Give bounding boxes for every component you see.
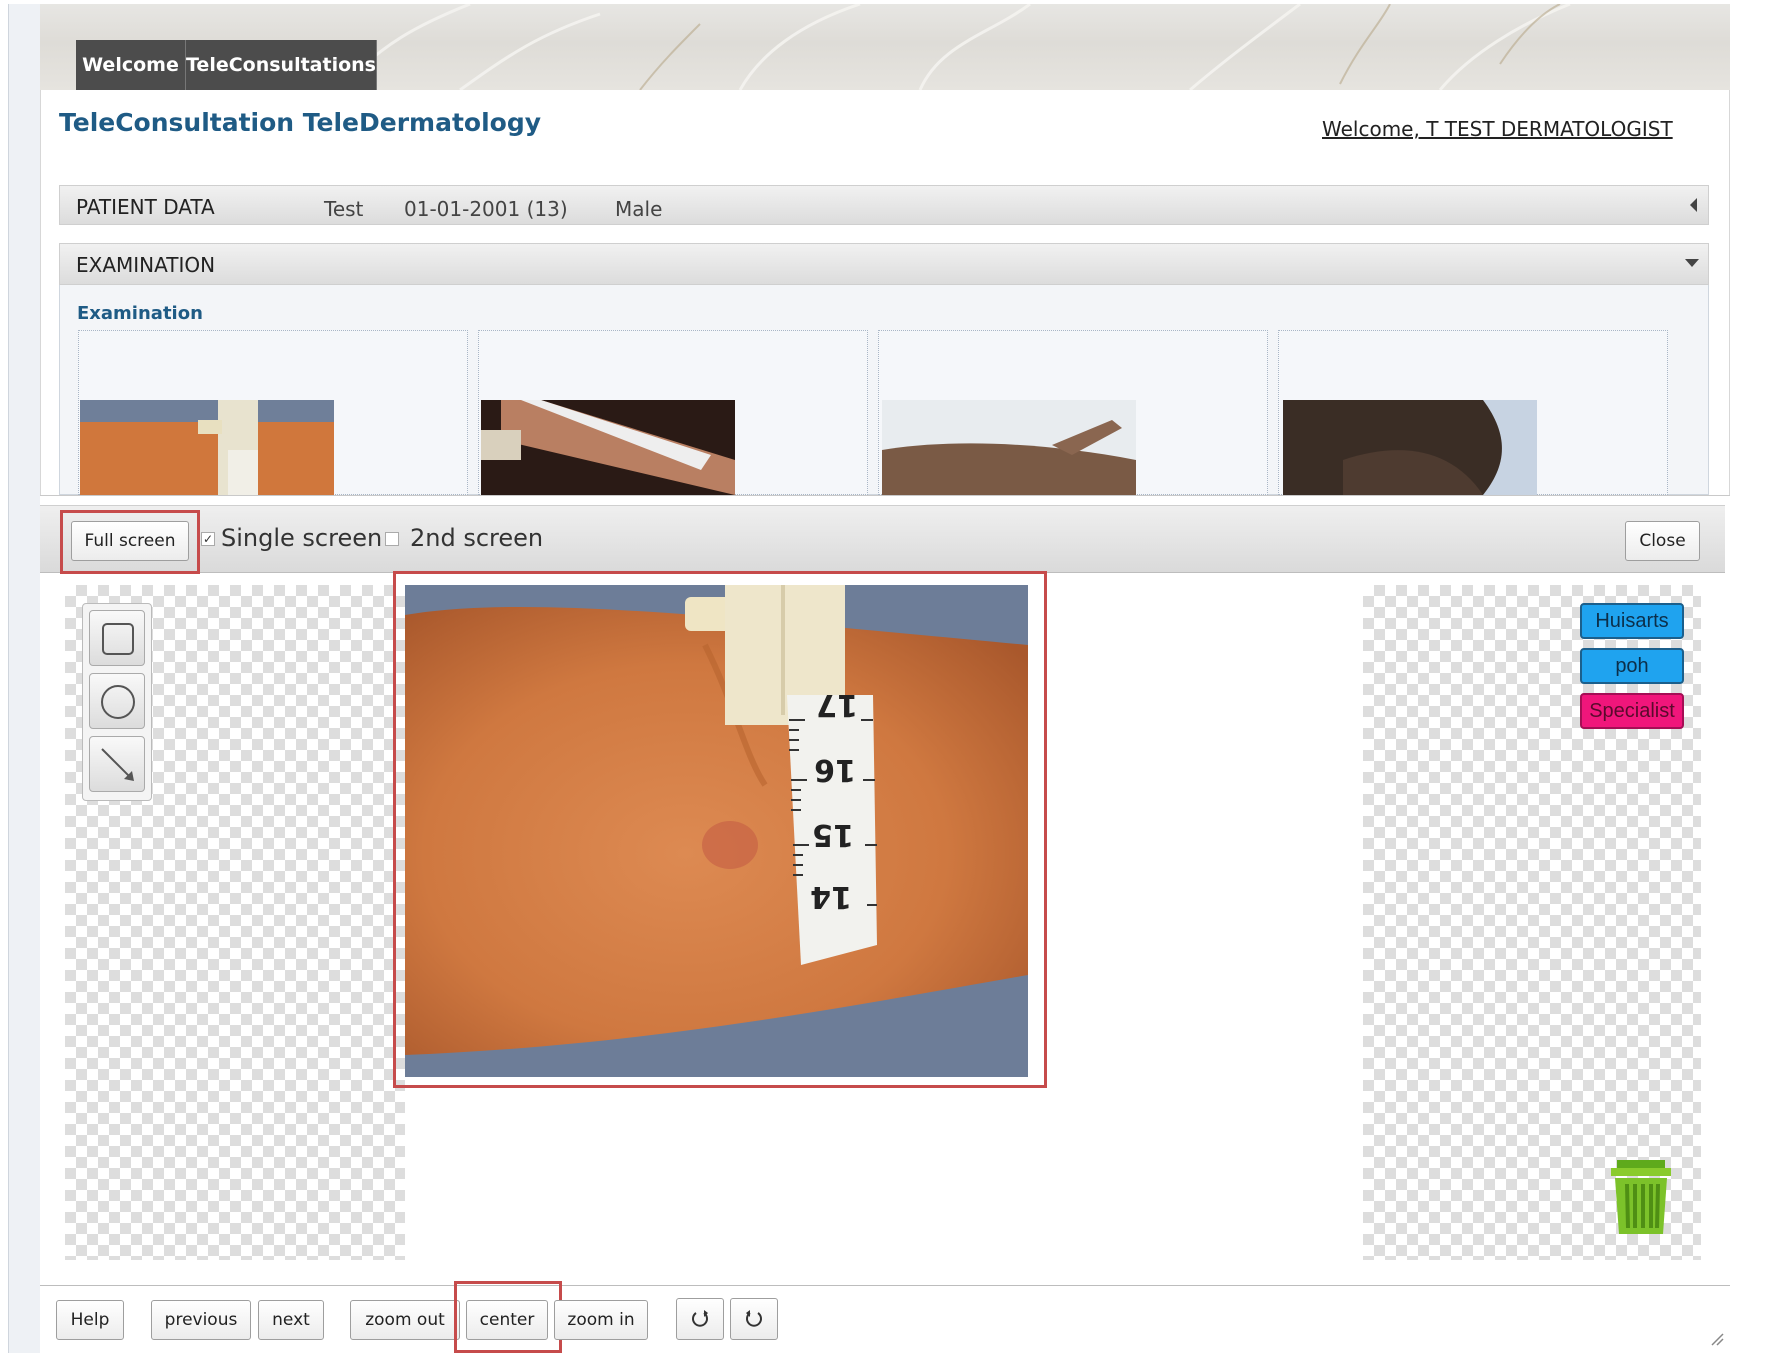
trash-icon[interactable] [1603,1158,1679,1236]
rotate-left-button[interactable] [676,1298,724,1340]
thumbnail-image-dark-skin[interactable] [1283,400,1537,495]
circle-tool-button[interactable] [89,673,145,729]
arrow-tool-button[interactable] [89,736,145,792]
zoom-out-button[interactable]: zoom out [350,1300,460,1340]
patient-data-bar[interactable]: PATIENT DATA Test 01-01-2001 (13) Male [59,185,1709,225]
previous-button[interactable]: previous [151,1300,251,1340]
collapse-left-icon[interactable] [1688,198,1700,212]
rectangle-tool-button[interactable] [89,610,145,666]
center-highlight-box [454,1281,562,1353]
tag-specialist-button[interactable]: Specialist [1580,693,1684,729]
patient-sex: Male [615,197,663,221]
examination-bar[interactable]: EXAMINATION [59,243,1709,285]
thumbnail-image-hand-tape[interactable] [481,400,735,495]
patient-data-label: PATIENT DATA [76,195,215,219]
tag-poh-button[interactable]: poh [1580,648,1684,684]
second-screen-checkbox[interactable] [385,532,399,546]
tab-teleconsultations[interactable]: TeleConsultations [186,40,377,90]
single-screen-label: Single screen [221,524,383,552]
examination-label: EXAMINATION [76,253,216,277]
arrow-icon [101,748,134,781]
next-button[interactable]: next [258,1300,324,1340]
image-highlight-box [393,571,1047,1088]
chevron-down-icon[interactable] [1684,258,1700,268]
thumbnail-image-back-hand[interactable] [882,400,1136,495]
second-screen-label: 2nd screen [410,524,544,552]
resize-handle-icon[interactable] [1710,1332,1724,1346]
tab-welcome[interactable]: Welcome [76,40,186,90]
thumbnail-image-wrist[interactable] [80,400,334,495]
square-icon [102,623,134,655]
welcome-user-link[interactable]: Welcome, T TEST DERMATOLOGIST [1322,117,1673,141]
rotate-right-button[interactable] [730,1298,778,1340]
patient-dob-age: 01-01-2001 (13) [404,197,568,221]
rotate-left-icon [692,1310,708,1327]
rotate-right-icon [746,1310,762,1327]
tag-huisarts-button[interactable]: Huisarts [1580,603,1684,639]
patient-name: Test [324,197,364,221]
single-screen-checkbox[interactable]: ✓ [201,532,215,546]
zoom-in-button[interactable]: zoom in [554,1300,648,1340]
page-title: TeleConsultation TeleDermatology [59,108,542,137]
examination-heading: Examination [77,303,203,324]
close-button[interactable]: Close [1625,521,1700,561]
highlight-box [60,510,200,574]
circle-icon [101,685,135,719]
help-button[interactable]: Help [56,1300,124,1340]
